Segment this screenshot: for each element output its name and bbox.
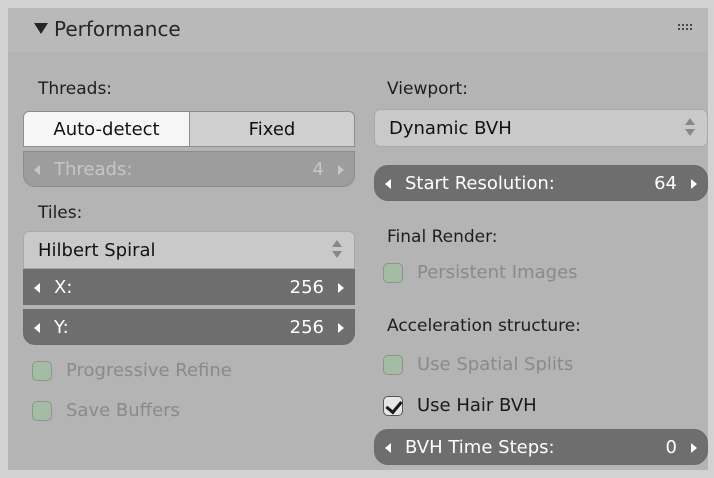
increment-arrow-icon[interactable]	[691, 443, 697, 453]
tile-order-value: Hilbert Spiral	[38, 240, 156, 261]
decrement-arrow-icon	[34, 165, 40, 175]
acceleration-structure-label: Acceleration structure:	[387, 316, 581, 336]
increment-arrow-icon[interactable]	[338, 323, 344, 333]
spatial-splits-label: Use Spatial Splits	[417, 354, 574, 375]
checkbox-box[interactable]	[32, 361, 52, 381]
fixed-label: Fixed	[248, 119, 296, 140]
bvh-time-steps-value: 0	[665, 437, 677, 458]
tile-y-field[interactable]: Y: 256	[23, 309, 355, 345]
threads-count-field: Threads: 4	[23, 151, 355, 187]
panel-header[interactable]: Performance	[8, 8, 708, 52]
final-render-label: Final Render:	[387, 227, 498, 247]
threads-fixed-button[interactable]: Fixed	[189, 111, 355, 147]
tile-y-value: 256	[289, 317, 324, 338]
tiles-label: Tiles:	[38, 203, 83, 223]
threads-auto-detect-button[interactable]: Auto-detect	[23, 111, 190, 147]
auto-detect-label: Auto-detect	[53, 119, 160, 140]
threads-count-label: Threads:	[54, 159, 133, 180]
progressive-refine-label: Progressive Refine	[66, 360, 232, 381]
updown-arrows-icon	[332, 240, 342, 260]
hair-bvh-label: Use Hair BVH	[417, 395, 537, 416]
save-buffers-label: Save Buffers	[66, 400, 180, 421]
updown-arrows-icon	[685, 118, 695, 138]
viewport-bvh-dropdown[interactable]: Dynamic BVH	[374, 109, 708, 147]
panel-title: Performance	[54, 17, 181, 41]
tile-x-field[interactable]: X: 256	[23, 269, 355, 305]
increment-arrow-icon	[338, 165, 344, 175]
tile-y-label: Y:	[54, 317, 69, 338]
viewport-label: Viewport:	[387, 79, 468, 99]
decrement-arrow-icon[interactable]	[34, 323, 40, 333]
increment-arrow-icon[interactable]	[338, 283, 344, 293]
persistent-images-label: Persistent Images	[417, 262, 578, 283]
bvh-time-steps-label: BVH Time Steps:	[405, 437, 555, 458]
bvh-time-steps-field[interactable]: BVH Time Steps: 0	[374, 429, 708, 465]
tile-x-label: X:	[54, 277, 73, 298]
decrement-arrow-icon[interactable]	[385, 179, 391, 189]
performance-panel: Performance Threads: Auto-detect Fixed T…	[8, 8, 708, 470]
viewport-bvh-value: Dynamic BVH	[389, 118, 512, 139]
checkbox-box[interactable]	[383, 396, 403, 416]
start-resolution-label: Start Resolution:	[405, 173, 555, 194]
decrement-arrow-icon[interactable]	[385, 443, 391, 453]
drag-grip-icon[interactable]	[678, 22, 696, 34]
checkmark-icon	[385, 396, 403, 415]
checkbox-box[interactable]	[32, 401, 52, 421]
threads-count-value: 4	[312, 159, 324, 180]
tile-x-value: 256	[289, 277, 324, 298]
increment-arrow-icon[interactable]	[691, 179, 697, 189]
decrement-arrow-icon[interactable]	[34, 283, 40, 293]
start-resolution-value: 64	[654, 173, 677, 194]
tile-order-dropdown[interactable]: Hilbert Spiral	[23, 231, 355, 269]
start-resolution-field[interactable]: Start Resolution: 64	[374, 165, 708, 201]
threads-label: Threads:	[38, 79, 113, 99]
collapse-triangle-icon[interactable]	[34, 23, 48, 34]
checkbox-box[interactable]	[383, 355, 403, 375]
checkbox-box[interactable]	[383, 263, 403, 283]
